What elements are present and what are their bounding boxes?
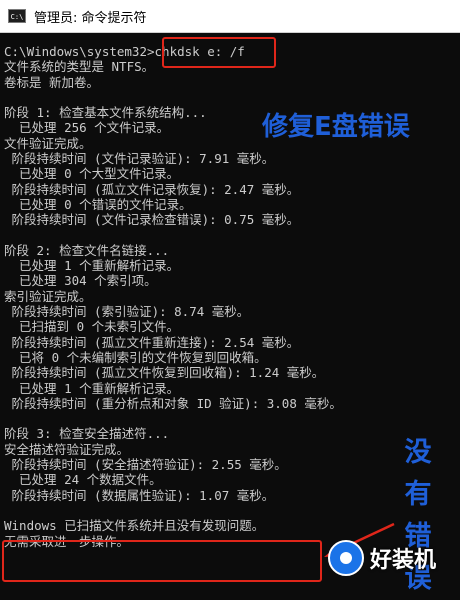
result-highlight-box [2,540,322,582]
console-line: 已处理 1 个重新解析记录。 [4,380,180,396]
console-line: 已处理 304 个索引项。 [4,273,157,289]
console-line: 已将 0 个未编制索引的文件恢复到回收箱。 [4,349,267,365]
console-line: 阶段持续时间 (数据属性验证): 1.07 毫秒。 [4,487,275,503]
console-line: 阶段持续时间 (孤立文件记录恢复): 2.47 毫秒。 [4,181,300,197]
console-line: 安全描述符验证完成。 [4,441,130,457]
console-line: 阶段 3: 检查安全描述符... [4,426,170,442]
fix-annotation: 修复E盘错误 [262,112,410,142]
console-line: 阶段持续时间 (文件记录验证): 7.91 毫秒。 [4,151,275,167]
cmd-icon: C:\ [8,9,26,23]
console-line: 阶段持续时间 (重分析点和对象 ID 验证): 3.08 毫秒。 [4,395,342,411]
window-titlebar: C:\ 管理员: 命令提示符 [0,0,460,33]
window-title: 管理员: 命令提示符 [34,10,147,26]
watermark-text: 好装机 [370,548,437,573]
console-line: 阶段持续时间 (文件记录检查错误): 0.75 毫秒。 [4,212,300,228]
console-line: 已处理 0 个错误的文件记录。 [4,196,192,212]
console-line: 已处理 1 个重新解析记录。 [4,258,180,274]
console-line: 阶段持续时间 (孤立文件重新连接): 2.54 毫秒。 [4,334,300,350]
console-line: 索引验证完成。 [4,288,92,304]
console-line: 已处理 0 个大型文件记录。 [4,166,180,182]
command-highlight-box [162,37,276,68]
console-line: 已扫描到 0 个未索引文件。 [4,319,180,335]
console-line: 阶段 2: 检查文件名链接... [4,242,170,258]
console-line: 阶段持续时间 (索引验证): 8.74 毫秒。 [4,304,250,320]
watermark: 好装机 [324,534,460,582]
console-line: 阶段持续时间 (安全描述符验证): 2.55 毫秒。 [4,457,287,473]
watermark-logo-icon [328,540,364,576]
console-line: 阶段持续时间 (孤立文件恢复到回收箱): 1.24 毫秒。 [4,365,325,381]
console-line: 已处理 24 个数据文件。 [4,472,162,488]
console-line: 卷标是 新加卷。 [4,74,100,90]
